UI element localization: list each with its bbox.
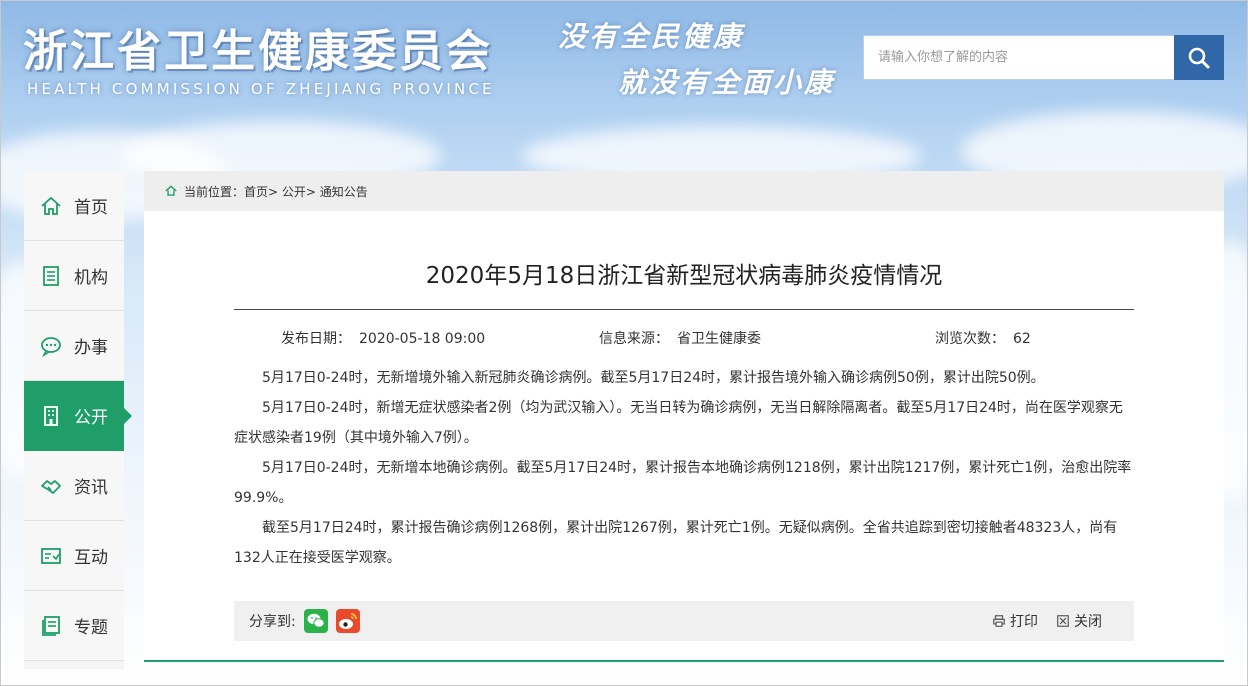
site-subtitle: HEALTH COMMISSION OF ZHEJIANG PROVINCE bbox=[27, 80, 495, 98]
site-title: 浙江省卫生健康委员会 bbox=[23, 26, 493, 77]
sidebar-item-news[interactable]: 资讯 bbox=[24, 451, 124, 521]
handshake-icon bbox=[38, 473, 64, 499]
info-source: 信息来源： 省卫生健康委 bbox=[599, 328, 761, 348]
sidebar-nav: 首页 机构 办事 公开 资讯 互动 专题 bbox=[24, 171, 132, 669]
search-button[interactable] bbox=[1174, 35, 1224, 80]
weibo-share-icon[interactable] bbox=[335, 609, 360, 633]
breadcrumb-text[interactable]: 当前位置：首页> 公开> 通知公告 bbox=[184, 183, 368, 200]
title-divider bbox=[234, 309, 1134, 310]
view-count: 浏览次数： 62 bbox=[935, 328, 1031, 348]
chat-bubble-icon bbox=[38, 333, 64, 359]
building-list-icon bbox=[38, 263, 64, 289]
sidebar-item-services[interactable]: 办事 bbox=[24, 311, 124, 381]
footer-divider bbox=[144, 660, 1224, 662]
article-paragraph: 5月17日0-24时，无新增境外输入新冠肺炎确诊病例。截至5月17日24时，累计… bbox=[262, 370, 1045, 386]
print-button[interactable]: 打印 bbox=[992, 601, 1038, 641]
home-icon bbox=[38, 193, 64, 219]
view-count-value: 62 bbox=[1013, 331, 1031, 347]
sidebar-item-label: 资讯 bbox=[74, 478, 108, 498]
sidebar-item-interaction[interactable]: 互动 bbox=[24, 521, 124, 591]
share-label: 分享到: bbox=[249, 614, 296, 630]
article-paragraph: 5月17日0-24时，无新增本地确诊病例。截至5月17日24时，累计报告本地确诊… bbox=[234, 460, 1132, 506]
share-bar: 分享到: 打印 关闭 bbox=[234, 601, 1134, 641]
sidebar-item-institutions[interactable]: 机构 bbox=[24, 241, 124, 311]
info-source-label: 信息来源： bbox=[599, 331, 669, 347]
topic-icon bbox=[38, 613, 64, 639]
view-count-label: 浏览次数： bbox=[935, 331, 1005, 347]
home-icon bbox=[164, 184, 178, 198]
sidebar-item-public[interactable]: 公开 bbox=[24, 381, 132, 451]
article-paragraph: 截至5月17日24时，累计报告确诊病例1268例，累计出院1267例，累计死亡1… bbox=[234, 520, 1118, 566]
wechat-share-icon[interactable] bbox=[303, 609, 328, 633]
sidebar-item-home[interactable]: 首页 bbox=[24, 171, 124, 241]
sidebar-item-label: 办事 bbox=[74, 338, 108, 358]
content-panel: 当前位置：首页> 公开> 通知公告 2020年5月18日浙江省新型冠状病毒肺炎疫… bbox=[144, 171, 1224, 669]
article-body: 5月17日0-24时，无新增境外输入新冠肺炎确诊病例。截至5月17日24时，累计… bbox=[234, 363, 1136, 573]
article-paragraph: 5月17日0-24时，新增无症状感染者2例（均为武汉输入）。无当日转为确诊病例，… bbox=[234, 400, 1123, 446]
interaction-icon bbox=[38, 543, 64, 569]
close-button[interactable]: 关闭 bbox=[1056, 601, 1102, 641]
close-icon bbox=[1056, 614, 1070, 628]
sidebar-item-label: 公开 bbox=[74, 408, 108, 428]
printer-icon bbox=[992, 614, 1006, 628]
office-building-icon bbox=[38, 403, 64, 429]
publish-date: 发布日期： 2020-05-18 09:00 bbox=[281, 328, 485, 348]
sidebar-item-label: 互动 bbox=[74, 548, 108, 568]
search-icon bbox=[1188, 47, 1210, 68]
sidebar-item-label: 专题 bbox=[74, 618, 108, 638]
search-input[interactable] bbox=[863, 35, 1175, 80]
article-title: 2020年5月18日浙江省新型冠状病毒肺炎疫情情况 bbox=[425, 263, 943, 289]
publish-date-value: 2020-05-18 09:00 bbox=[359, 331, 486, 347]
sidebar-item-topics[interactable]: 专题 bbox=[24, 591, 124, 661]
breadcrumb: 当前位置：首页> 公开> 通知公告 bbox=[144, 171, 1224, 211]
close-label: 关闭 bbox=[1074, 614, 1102, 630]
sidebar-item-label: 机构 bbox=[74, 268, 108, 288]
sidebar-item-label: 首页 bbox=[74, 198, 108, 218]
page-frame: 浙江省卫生健康委员会 HEALTH COMMISSION OF ZHEJIANG… bbox=[0, 0, 1248, 686]
info-source-value: 省卫生健康委 bbox=[677, 331, 761, 347]
slogan-line-1: 没有全民健康 bbox=[558, 20, 745, 53]
print-label: 打印 bbox=[1010, 614, 1038, 630]
publish-date-label: 发布日期： bbox=[281, 331, 351, 347]
slogan-line-2: 就没有全面小康 bbox=[618, 66, 836, 99]
